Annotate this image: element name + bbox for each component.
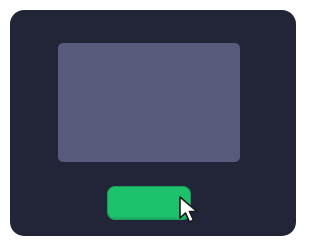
display-panel bbox=[58, 43, 240, 162]
app-window bbox=[10, 10, 296, 236]
action-button[interactable] bbox=[107, 186, 191, 220]
